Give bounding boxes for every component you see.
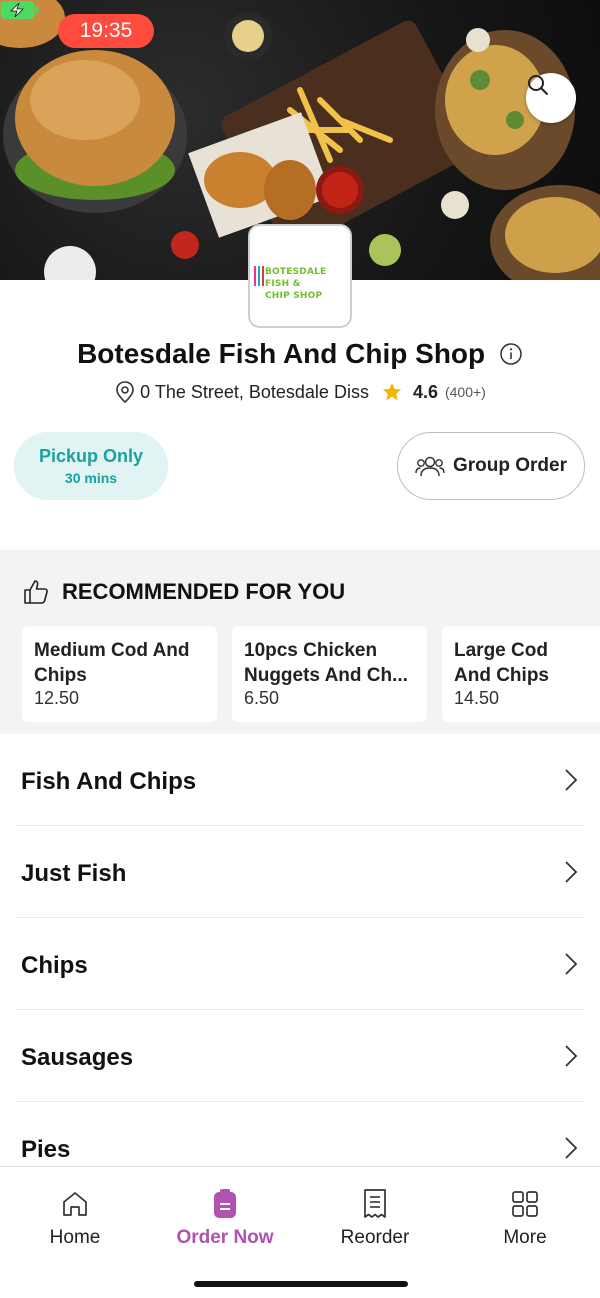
category-list: Fish And Chips Just Fish Chips Sausages … — [0, 734, 600, 1194]
group-order-label: Group Order — [452, 455, 567, 476]
category-row-fish-and-chips[interactable]: Fish And Chips — [16, 734, 584, 826]
recommended-section: RECOMMENDED FOR YOU Medium Cod And Chips… — [0, 550, 600, 734]
recommended-item-price: 6.50 — [244, 688, 280, 708]
shop-title: Botesdale Fish And Chip Shop — [0, 338, 600, 370]
chevron-right-icon — [565, 1045, 578, 1067]
category-row-chips[interactable]: Chips — [16, 918, 584, 1010]
nav-more[interactable]: More — [465, 1187, 585, 1249]
grid-icon — [512, 1191, 538, 1217]
nav-home[interactable]: Home — [15, 1187, 135, 1249]
recommended-item-name: 10pcs Chicken Nuggets And Ch... — [244, 640, 408, 686]
group-icon — [415, 456, 445, 477]
category-label: Just Fish — [21, 860, 127, 887]
chevron-right-icon — [565, 1137, 578, 1159]
search-button[interactable] — [526, 73, 576, 123]
logo-text: BOTESDALE FISH & CHIP SHOP — [265, 267, 327, 301]
shop-rating: 4.6 — [412, 381, 438, 402]
recommended-heading: RECOMMENDED FOR YOU — [22, 578, 345, 606]
chevron-right-icon — [565, 953, 578, 975]
recommended-item-price: 14.50 — [454, 688, 500, 708]
thumbs-up-icon — [24, 580, 48, 604]
shop-address: 0 The Street, Botesdale Diss — [140, 381, 369, 402]
pickup-mode-pill[interactable]: Pickup Only 30 mins — [14, 432, 168, 500]
recommended-item-name: Medium Cod And Chips — [34, 640, 190, 686]
shop-logo: BOTESDALE FISH & CHIP SHOP — [248, 224, 352, 328]
category-label: Fish And Chips — [21, 768, 197, 795]
pickup-label: Pickup Only — [38, 446, 144, 466]
nav-reorder-label: Reorder — [340, 1227, 410, 1248]
recommended-item[interactable]: Large Cod And Chips 14.50 — [442, 626, 600, 722]
search-icon — [528, 75, 548, 95]
home-indicator[interactable] — [194, 1281, 408, 1287]
recommended-item-name: Large Cod And Chips — [454, 640, 549, 686]
order-icon — [214, 1189, 236, 1218]
nav-order-now-label: Order Now — [176, 1227, 274, 1248]
recommended-item[interactable]: Medium Cod And Chips 12.50 — [22, 626, 217, 722]
recommended-item[interactable]: 10pcs Chicken Nuggets And Ch... 6.50 — [232, 626, 427, 722]
group-order-button[interactable]: Group Order — [397, 432, 585, 500]
status-time: 19:35 — [58, 14, 154, 48]
chevron-right-icon — [565, 769, 578, 791]
nav-home-label: Home — [49, 1227, 101, 1248]
info-icon[interactable] — [499, 342, 523, 366]
location-pin-icon — [116, 381, 134, 404]
category-row-sausages[interactable]: Sausages — [16, 1010, 584, 1102]
shop-meta: 0 The Street, Botesdale Diss 4.6 (400+) — [0, 380, 600, 404]
bottom-nav: Home Order Now Reorder More — [0, 1166, 600, 1298]
nav-order-now[interactable]: Order Now — [165, 1187, 285, 1249]
receipt-icon — [364, 1189, 386, 1218]
pickup-time: 30 mins — [64, 470, 118, 486]
category-row-just-fish[interactable]: Just Fish — [16, 826, 584, 918]
chevron-right-icon — [565, 861, 578, 883]
category-label: Pies — [21, 1136, 71, 1163]
battery-charging-icon — [0, 1, 39, 19]
rating-count: (400+) — [444, 384, 486, 400]
recommended-item-price: 12.50 — [34, 688, 80, 708]
star-icon — [382, 382, 402, 401]
nav-more-label: More — [503, 1227, 547, 1248]
category-label: Sausages — [21, 1044, 134, 1071]
home-icon — [63, 1192, 87, 1216]
category-label: Chips — [21, 952, 88, 979]
nav-reorder[interactable]: Reorder — [315, 1187, 435, 1249]
